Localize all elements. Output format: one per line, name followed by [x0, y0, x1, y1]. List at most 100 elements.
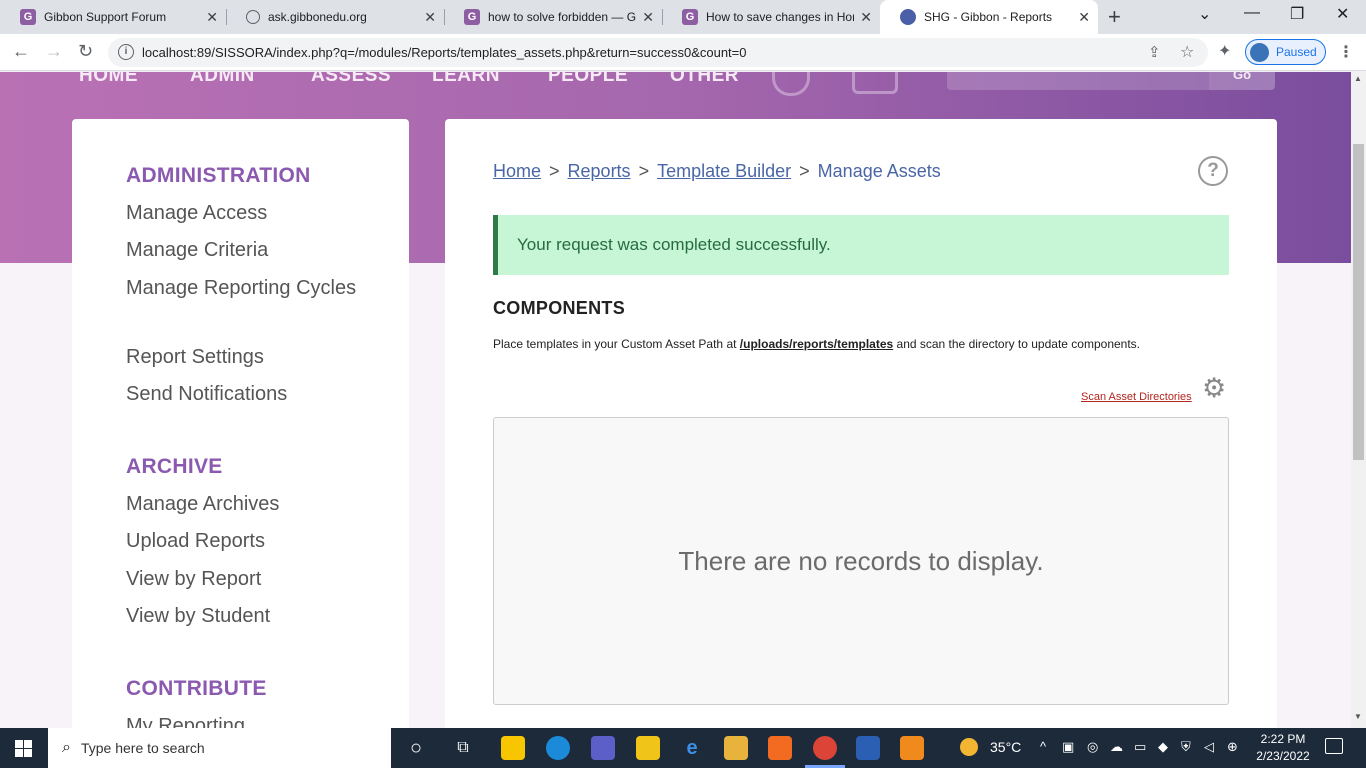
forward-arrow-icon[interactable]: → [45, 41, 63, 62]
scrollbar-thumb[interactable] [1353, 144, 1364, 460]
browser-tab-active[interactable]: SHG - Gibbon - Reports ✕ [880, 0, 1098, 34]
browser-tab[interactable]: G Gibbon Support Forum ✕ [0, 0, 226, 34]
module-sidebar: ADMINISTRATION Manage Access Manage Crit… [72, 119, 409, 728]
scan-asset-directories-link[interactable]: Scan Asset Directories [1081, 391, 1192, 403]
breadcrumb-home-link[interactable]: Home [493, 161, 541, 181]
share-icon[interactable]: ⇪ [1148, 43, 1161, 61]
maximize-icon[interactable]: ❐ [1290, 4, 1304, 24]
close-tab-icon[interactable]: ✕ [206, 9, 218, 26]
nav-people[interactable]: PEOPLE [548, 72, 628, 87]
edge-browser-icon[interactable] [546, 736, 570, 760]
minimize-icon[interactable]: — [1244, 4, 1260, 22]
close-tab-icon[interactable]: ✕ [424, 9, 436, 26]
nav-learn[interactable]: LEARN [432, 72, 500, 87]
tab-title: How to save changes in Hom [706, 10, 854, 24]
windows-taskbar: ⌕ Type here to search ○ ⧉ e 35°C ^ ▣ ◎ ☁… [0, 728, 1366, 768]
sidebar-item-report-settings[interactable]: Report Settings [126, 342, 366, 373]
sidebar-item-manage-access[interactable]: Manage Access [126, 198, 366, 229]
breadcrumb-template-builder-link[interactable]: Template Builder [657, 161, 791, 181]
breadcrumb-reports-link[interactable]: Reports [568, 161, 631, 181]
tab-title: ask.gibbonedu.org [268, 10, 367, 24]
asset-path: /uploads/reports/templates [739, 337, 894, 351]
go-button[interactable]: Go [1209, 72, 1275, 90]
breadcrumb-separator: > [799, 161, 810, 181]
notifications-bell-icon[interactable] [772, 72, 810, 96]
globe-icon [246, 10, 260, 24]
security-shield-icon[interactable]: ⛨ [1181, 739, 1191, 755]
close-tab-icon[interactable]: ✕ [1078, 9, 1090, 26]
browser-tab[interactable]: G How to save changes in Hom ✕ [662, 0, 880, 34]
weather-widget[interactable]: 35°C [960, 738, 1021, 756]
avatar [1250, 42, 1269, 62]
nav-admin[interactable]: ADMIN [190, 72, 255, 87]
teams-icon[interactable] [591, 736, 615, 760]
tab-title: how to solve forbidden — Gi [488, 10, 636, 24]
shg-favicon-icon [900, 9, 916, 25]
xampp-icon[interactable] [768, 736, 792, 760]
extensions-puzzle-icon[interactable]: ✦ [1218, 41, 1231, 61]
messages-chat-icon[interactable] [852, 72, 898, 94]
browser-tab-strip: G Gibbon Support Forum ✕ ask.gibbonedu.o… [0, 0, 1366, 34]
browser-tab[interactable]: ask.gibbonedu.org ✕ [226, 0, 444, 34]
sidebar-item-my-reporting[interactable]: My Reporting [126, 711, 366, 728]
file-explorer-icon[interactable] [724, 736, 748, 760]
show-hidden-icons-chevron-icon[interactable]: ^ [1040, 739, 1046, 754]
empty-state-message: There are no records to display. [678, 546, 1044, 576]
word-icon[interactable] [856, 736, 880, 760]
scroll-down-arrow-icon[interactable]: ▼ [1354, 712, 1362, 721]
close-tab-icon[interactable]: ✕ [860, 9, 872, 26]
taskbar-search-input[interactable]: ⌕ Type here to search [48, 728, 391, 768]
task-view-icon[interactable]: ⧉ [451, 736, 475, 760]
reload-icon[interactable]: ↻ [78, 41, 93, 62]
scroll-up-arrow-icon[interactable]: ▲ [1354, 74, 1362, 83]
sidebar-item-upload-reports[interactable]: Upload Reports [126, 526, 366, 557]
system-clock[interactable]: 2:22 PM 2/23/2022 [1248, 731, 1318, 765]
sidebar-item-manage-reporting-cycles[interactable]: Manage Reporting Cycles [126, 273, 366, 304]
tab-title: SHG - Gibbon - Reports [924, 10, 1053, 24]
sidebar-item-manage-archives[interactable]: Manage Archives [126, 489, 366, 520]
media-player-icon[interactable] [636, 736, 660, 760]
nav-assess[interactable]: ASSESS [311, 72, 391, 87]
chrome-icon[interactable] [813, 736, 837, 760]
bookmark-star-icon[interactable]: ☆ [1180, 42, 1194, 62]
language-globe-icon[interactable]: ⊕ [1227, 739, 1238, 755]
windows-start-icon[interactable] [15, 740, 32, 757]
tray-app-icon[interactable]: ◎ [1087, 739, 1098, 755]
section-title: COMPONENTS [493, 298, 626, 318]
internet-explorer-icon[interactable]: e [680, 736, 704, 760]
new-tab-plus-icon[interactable]: + [1108, 4, 1121, 30]
sidebar-item-view-by-student[interactable]: View by Student [126, 601, 366, 632]
sidebar-item-manage-criteria[interactable]: Manage Criteria [126, 235, 366, 266]
cloud-icon[interactable]: ☁ [1110, 739, 1123, 755]
sidebar-item-view-by-report[interactable]: View by Report [126, 564, 366, 595]
vlc-icon[interactable] [900, 736, 924, 760]
back-arrow-icon[interactable]: ← [12, 41, 30, 62]
tab-search-chevron-icon[interactable]: ⌄ [1198, 4, 1211, 24]
gear-icon[interactable]: ⚙ [1202, 375, 1226, 402]
notification-center-icon[interactable] [1325, 738, 1343, 754]
sticky-notes-icon[interactable] [501, 736, 525, 760]
nav-home[interactable]: HOME [79, 72, 138, 87]
site-info-icon[interactable]: i [118, 44, 134, 60]
fast-finder-input[interactable] [947, 72, 1209, 90]
cortana-circle-icon[interactable]: ○ [404, 736, 428, 760]
sidebar-item-send-notifications[interactable]: Send Notifications [126, 379, 366, 410]
page-scrollbar[interactable]: ▲ ▼ [1351, 72, 1366, 728]
nav-other[interactable]: OTHER [670, 72, 739, 87]
close-tab-icon[interactable]: ✕ [642, 9, 654, 26]
description-text: Place templates in your Custom Asset Pat… [493, 337, 737, 351]
browser-menu-icon[interactable]: ⋮ [1338, 42, 1354, 62]
browser-tab[interactable]: G how to solve forbidden — Gi ✕ [444, 0, 662, 34]
gibbon-favicon-icon: G [464, 9, 480, 25]
xampp-tray-icon[interactable]: ▣ [1062, 739, 1074, 755]
network-tray-icon[interactable]: ◆ [1158, 739, 1168, 755]
help-icon[interactable]: ? [1198, 156, 1228, 186]
volume-icon[interactable]: ◁ [1204, 739, 1214, 755]
window-close-icon[interactable]: ✕ [1336, 4, 1349, 24]
components-table-empty: There are no records to display. [493, 417, 1229, 705]
address-bar[interactable]: i localhost:89/SISSORA/index.php?q=/modu… [108, 38, 1208, 67]
battery-icon[interactable]: ▭ [1134, 739, 1146, 755]
profile-button[interactable]: Paused [1245, 39, 1326, 65]
url-text: localhost:89/SISSORA/index.php?q=/module… [142, 45, 747, 60]
gibbon-favicon-icon: G [682, 9, 698, 25]
